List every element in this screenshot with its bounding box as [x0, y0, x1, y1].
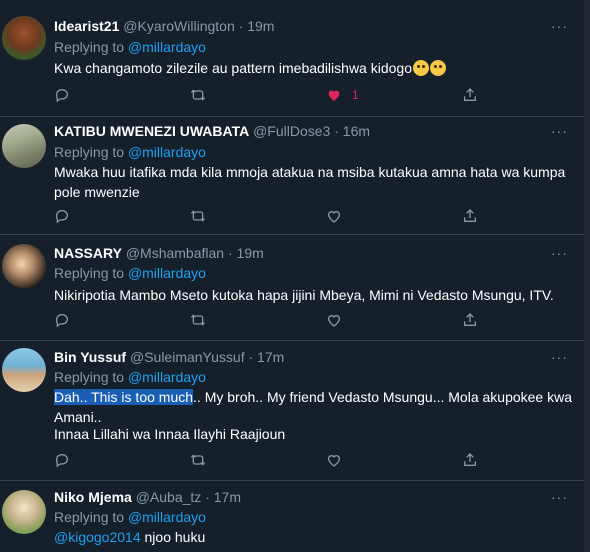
- share-icon[interactable]: [462, 310, 478, 330]
- more-icon[interactable]: ···: [551, 16, 568, 36]
- thinking-face-icon: [412, 60, 429, 76]
- separator: ·: [238, 18, 244, 34]
- replying-prefix: Replying to: [54, 369, 125, 385]
- avatar[interactable]: [2, 490, 46, 534]
- rolling-eyes-icon: [429, 60, 446, 76]
- selected-text: Dah.. This is too much: [54, 389, 194, 405]
- reply-icon[interactable]: [54, 85, 70, 105]
- tweet-text: Dah.. This is too much.. My broh.. My fr…: [54, 387, 574, 427]
- reply-icon[interactable]: [54, 310, 70, 330]
- separator: ·: [227, 245, 233, 261]
- more-icon[interactable]: ···: [551, 487, 568, 507]
- text-mention[interactable]: @kigogo2014: [54, 529, 141, 545]
- timestamp[interactable]: 16m: [343, 123, 370, 139]
- tweet-actions: [54, 450, 514, 470]
- like-icon[interactable]: [326, 310, 342, 330]
- tweet[interactable]: KATIBU MWENEZI UWABATA @FullDose3 · 16m …: [0, 116, 584, 235]
- timestamp[interactable]: 19m: [247, 18, 274, 34]
- like-icon[interactable]: [326, 206, 342, 226]
- replying-mention[interactable]: @millardayo: [128, 144, 206, 160]
- user-handle[interactable]: @FullDose3: [253, 123, 330, 139]
- retweet-icon[interactable]: [190, 310, 206, 330]
- tweet[interactable]: Bin Yussuf @SuleimanYussuf · 17m ··· Rep…: [0, 340, 584, 481]
- separator: ·: [205, 489, 210, 505]
- display-name[interactable]: Niko Mjema: [54, 489, 132, 505]
- reply-icon[interactable]: [54, 450, 70, 470]
- tweet-header: KATIBU MWENEZI UWABATA @FullDose3 · 16m: [54, 121, 370, 141]
- tweet-text: @kigogo2014 njoo huku: [54, 527, 574, 547]
- tweet-text-content: njoo huku: [140, 529, 206, 545]
- display-name[interactable]: Idearist21: [54, 18, 119, 34]
- replying-to: Replying to @millardayo: [54, 37, 206, 57]
- user-handle[interactable]: @KyaroWillington: [123, 18, 234, 34]
- user-handle[interactable]: @Mshambaflan: [126, 245, 224, 261]
- avatar[interactable]: [2, 244, 46, 288]
- share-icon[interactable]: [462, 206, 478, 226]
- avatar[interactable]: [2, 348, 46, 392]
- replying-prefix: Replying to: [54, 144, 125, 160]
- replying-prefix: Replying to: [54, 39, 125, 55]
- tweet-header: Bin Yussuf @SuleimanYussuf · 17m: [54, 347, 284, 367]
- share-icon[interactable]: [462, 450, 478, 470]
- tweet[interactable]: NASSARY @Mshambaflan · 19m ··· Replying …: [0, 234, 584, 341]
- avatar[interactable]: [2, 124, 46, 168]
- tweet-header: NASSARY @Mshambaflan · 19m: [54, 243, 264, 263]
- separator: ·: [334, 123, 339, 139]
- retweet-icon[interactable]: [190, 206, 206, 226]
- tweet-header: Idearist21 @KyaroWillington · 19m: [54, 16, 274, 36]
- display-name[interactable]: NASSARY: [54, 245, 122, 261]
- tweet-text-line2: Innaa Lillahi wa Innaa Ilayhi Raajioun: [54, 426, 286, 442]
- tweet-actions: [54, 206, 514, 226]
- replying-mention[interactable]: @millardayo: [128, 509, 206, 525]
- display-name[interactable]: Bin Yussuf: [54, 349, 126, 365]
- user-handle[interactable]: @SuleimanYussuf: [130, 349, 245, 365]
- tweet-actions: [54, 310, 514, 330]
- replying-to: Replying to @millardayo: [54, 263, 206, 283]
- tweet-text: Mwaka huu itafika mda kila mmoja atakua …: [54, 164, 566, 200]
- replying-mention[interactable]: @millardayo: [128, 39, 206, 55]
- like-count: 1: [352, 88, 359, 102]
- reply-icon[interactable]: [54, 206, 70, 226]
- separator: ·: [248, 349, 254, 365]
- retweet-icon[interactable]: [190, 450, 206, 470]
- replying-to: Replying to @millardayo: [54, 367, 206, 387]
- reply-feed: Idearist21 @KyaroWillington · 19m ··· Re…: [0, 0, 584, 552]
- avatar[interactable]: [2, 16, 46, 60]
- tweet-actions: 1: [54, 85, 514, 105]
- tweet[interactable]: Niko Mjema @Auba_tz · 17m ··· Replying t…: [0, 480, 584, 552]
- replying-to: Replying to @millardayo: [54, 142, 206, 162]
- tweet[interactable]: Idearist21 @KyaroWillington · 19m ··· Re…: [0, 0, 584, 117]
- scrollbar[interactable]: [584, 0, 590, 552]
- more-icon[interactable]: ···: [551, 121, 568, 141]
- tweet-text-content: Kwa changamoto zilezile au pattern imeba…: [54, 60, 412, 76]
- retweet-icon[interactable]: [190, 85, 206, 105]
- timestamp[interactable]: 17m: [214, 489, 241, 505]
- replying-mention[interactable]: @millardayo: [128, 369, 206, 385]
- more-icon[interactable]: ···: [551, 243, 568, 263]
- replying-prefix: Replying to: [54, 509, 125, 525]
- timestamp[interactable]: 17m: [257, 349, 284, 365]
- replying-prefix: Replying to: [54, 265, 125, 281]
- tweet-text: Nikiripotia Mambo Mseto kutoka hapa jiji…: [54, 287, 554, 303]
- replying-mention[interactable]: @millardayo: [128, 265, 206, 281]
- tweet-header: Niko Mjema @Auba_tz · 17m: [54, 487, 241, 507]
- timestamp[interactable]: 19m: [237, 245, 264, 261]
- replying-to: Replying to @millardayo: [54, 507, 206, 527]
- more-icon[interactable]: ···: [551, 347, 568, 367]
- user-handle[interactable]: @Auba_tz: [136, 489, 202, 505]
- like-icon[interactable]: 1: [326, 85, 359, 105]
- display-name[interactable]: KATIBU MWENEZI UWABATA: [54, 123, 249, 139]
- tweet-text: Kwa changamoto zilezile au pattern imeba…: [54, 58, 574, 78]
- like-icon[interactable]: [326, 450, 342, 470]
- share-icon[interactable]: [462, 85, 478, 105]
